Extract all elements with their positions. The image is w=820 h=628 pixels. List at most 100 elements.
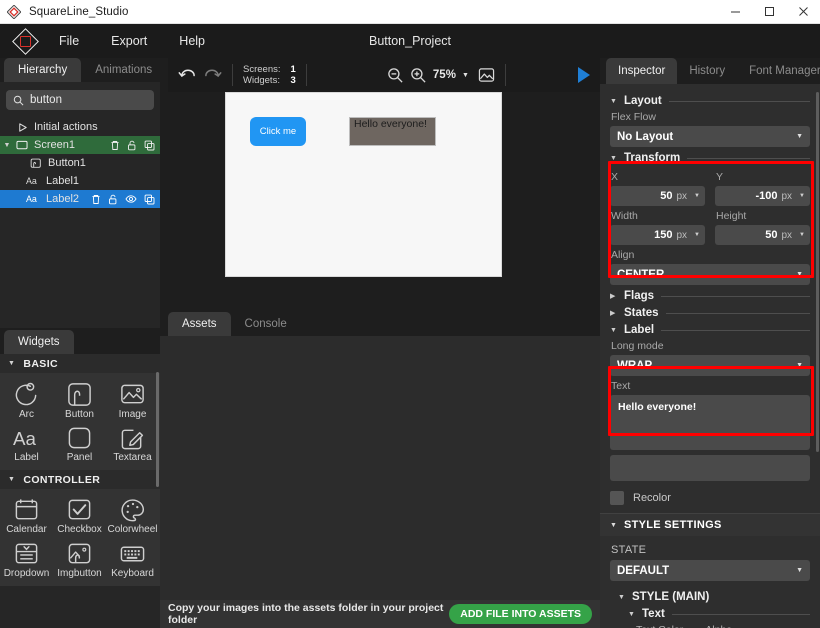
tab-widgets[interactable]: Widgets bbox=[4, 330, 74, 354]
tree-row-button1[interactable]: Button1 bbox=[0, 154, 160, 172]
x-input[interactable]: 50 px ▼ bbox=[610, 186, 705, 206]
tab-inspector[interactable]: Inspector bbox=[606, 58, 678, 84]
tab-console[interactable]: Console bbox=[231, 312, 301, 336]
tree-row-label2[interactable]: Aa Label2 bbox=[0, 190, 160, 208]
chevron-down-icon[interactable]: ▼ bbox=[462, 72, 469, 79]
tab-animations[interactable]: Animations bbox=[81, 58, 166, 82]
tree-row-screen1[interactable]: ▼ Screen1 bbox=[0, 136, 160, 154]
close-button[interactable] bbox=[786, 0, 820, 24]
chevron-down-icon[interactable]: ▼ bbox=[694, 232, 700, 238]
canvas-button1[interactable]: Click me bbox=[250, 117, 306, 146]
copy-icon[interactable] bbox=[144, 194, 155, 205]
section-layout[interactable]: ▼ Layout bbox=[610, 95, 810, 107]
screenshot-icon[interactable] bbox=[478, 67, 495, 83]
section-states[interactable]: ▶ States bbox=[610, 307, 810, 319]
widget-textarea[interactable]: Textarea bbox=[106, 422, 159, 465]
chevron-down-icon: ▼ bbox=[610, 97, 617, 105]
hierarchy-search-wrap bbox=[0, 82, 160, 116]
widget-imgbutton[interactable]: Imgbutton bbox=[53, 537, 106, 581]
secondary-text-input[interactable] bbox=[610, 455, 810, 481]
chevron-down-icon[interactable]: ▼ bbox=[799, 193, 805, 199]
zoom-out-icon[interactable] bbox=[387, 67, 404, 84]
minimize-button[interactable] bbox=[718, 0, 752, 24]
svg-text:Aa: Aa bbox=[12, 428, 36, 449]
canvas-area[interactable]: Click me Hello everyone! bbox=[160, 92, 600, 310]
assets-body[interactable] bbox=[160, 336, 600, 600]
widget-image[interactable]: Image bbox=[106, 377, 159, 422]
label-text-input[interactable]: Hello everyone! bbox=[610, 395, 810, 450]
hierarchy-search-input[interactable] bbox=[30, 94, 147, 106]
long-mode-select[interactable]: WRAP ▼ bbox=[610, 355, 810, 376]
widgets-scrollbar[interactable] bbox=[156, 372, 159, 487]
align-value: CENTER bbox=[617, 268, 665, 281]
width-input[interactable]: 150 px ▼ bbox=[610, 225, 705, 245]
zoom-level[interactable]: 75% bbox=[433, 69, 456, 81]
height-input[interactable]: 50 px ▼ bbox=[715, 225, 810, 245]
widget-group-basic-header[interactable]: ▼ BASIC bbox=[0, 354, 160, 373]
menu-help[interactable]: Help bbox=[166, 30, 218, 52]
run-preview-button[interactable] bbox=[576, 65, 600, 85]
chevron-down-icon[interactable]: ▼ bbox=[694, 193, 700, 199]
tab-assets[interactable]: Assets bbox=[168, 312, 231, 336]
section-style-settings[interactable]: ▼ STYLE SETTINGS bbox=[600, 513, 820, 536]
hierarchy-search-box[interactable] bbox=[6, 90, 154, 110]
zoom-in-icon[interactable] bbox=[410, 67, 427, 84]
chevron-down-icon: ▼ bbox=[610, 326, 617, 334]
widget-group-controller-header[interactable]: ▼ CONTROLLER bbox=[0, 470, 160, 489]
tab-hierarchy[interactable]: Hierarchy bbox=[4, 58, 82, 82]
counts-group: Screens: Widgets: 1 3 bbox=[233, 64, 306, 87]
height-field-group: Height 50 px ▼ bbox=[715, 206, 810, 245]
text-label: Text bbox=[611, 380, 631, 392]
section-rule bbox=[671, 613, 810, 615]
trash-icon[interactable] bbox=[91, 194, 101, 205]
trash-icon[interactable] bbox=[110, 140, 120, 151]
menu-file[interactable]: File bbox=[46, 30, 92, 52]
flex-flow-select[interactable]: No Layout ▼ bbox=[610, 126, 810, 147]
tab-font-manager[interactable]: Font Manager bbox=[737, 58, 820, 84]
section-style-main[interactable]: ▼ STYLE (MAIN) bbox=[618, 591, 810, 603]
state-select[interactable]: DEFAULT ▼ bbox=[610, 560, 810, 581]
section-title: States bbox=[624, 307, 659, 319]
menu-export[interactable]: Export bbox=[98, 30, 160, 52]
inspector-scrollbar[interactable] bbox=[816, 92, 819, 452]
copy-icon[interactable] bbox=[144, 140, 155, 151]
chevron-down-icon[interactable]: ▼ bbox=[799, 232, 805, 238]
section-flags[interactable]: ▶ Flags bbox=[610, 290, 810, 302]
unlock-icon[interactable] bbox=[127, 140, 137, 151]
widget-colorwheel[interactable]: Colorwheel bbox=[106, 493, 159, 537]
tab-history[interactable]: History bbox=[677, 58, 737, 84]
maximize-button[interactable] bbox=[752, 0, 786, 24]
widget-grid-controller: Calendar Checkbox Colorwheel Dropdown Im… bbox=[0, 489, 160, 586]
chevron-down-icon[interactable]: ▼ bbox=[0, 142, 14, 149]
add-file-into-assets-button[interactable]: ADD FILE INTO ASSETS bbox=[449, 604, 592, 624]
eye-icon[interactable] bbox=[125, 194, 137, 204]
section-transform[interactable]: ▼ Transform bbox=[610, 152, 810, 164]
assets-statusbar: Copy your images into the assets folder … bbox=[160, 600, 600, 628]
widget-arc[interactable]: Arc bbox=[0, 377, 53, 422]
section-label[interactable]: ▼ Label bbox=[610, 324, 810, 336]
svg-text:Aa: Aa bbox=[26, 176, 37, 186]
redo-icon[interactable] bbox=[203, 67, 222, 84]
align-select[interactable]: CENTER ▼ bbox=[610, 264, 810, 285]
recolor-row[interactable]: Recolor bbox=[610, 491, 810, 505]
canvas-label2[interactable]: Hello everyone! bbox=[349, 117, 436, 146]
screen-canvas[interactable]: Click me Hello everyone! bbox=[225, 92, 502, 277]
calendar-icon bbox=[13, 497, 40, 523]
recolor-checkbox[interactable] bbox=[610, 491, 624, 505]
widget-panel[interactable]: Panel bbox=[53, 422, 106, 465]
widget-calendar[interactable]: Calendar bbox=[0, 493, 53, 537]
widgets-label: Widgets: bbox=[243, 75, 280, 86]
widget-checkbox[interactable]: Checkbox bbox=[53, 493, 106, 537]
y-input[interactable]: -100 px ▼ bbox=[715, 186, 810, 206]
tree-row-label1[interactable]: Aa Label1 bbox=[0, 172, 160, 190]
widget-keyboard[interactable]: Keyboard bbox=[106, 537, 159, 581]
widget-label[interactable]: Aa Label bbox=[0, 422, 53, 465]
section-style-text[interactable]: ▼ Text bbox=[628, 608, 810, 620]
zoom-group: 75% ▼ bbox=[377, 67, 505, 84]
tree-row-initial-actions[interactable]: Initial actions bbox=[0, 118, 160, 136]
widget-button[interactable]: Button bbox=[53, 377, 106, 422]
unlock-icon[interactable] bbox=[108, 194, 118, 205]
undo-icon[interactable] bbox=[178, 67, 197, 84]
toolbar-divider bbox=[504, 64, 506, 86]
widget-dropdown[interactable]: Dropdown bbox=[0, 537, 53, 581]
